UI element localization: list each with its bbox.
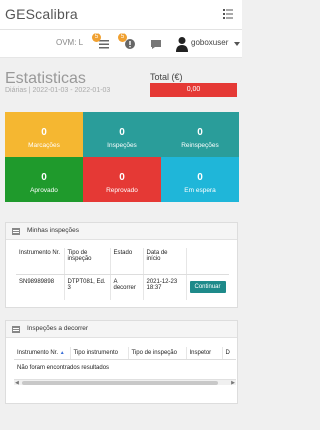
user-avatar-icon: [176, 37, 188, 52]
continue-button[interactable]: Continuar: [189, 280, 226, 293]
column-header[interactable]: D: [221, 347, 236, 360]
tile-value: 0: [197, 127, 203, 138]
action-cell: Continuar: [185, 274, 229, 300]
column-header[interactable]: Inspetor: [185, 347, 222, 360]
table-icon: [12, 326, 20, 333]
alerts-button[interactable]: 5: [118, 33, 137, 51]
tile-value: 0: [41, 127, 47, 138]
column-header-label: Instrumento Nr.: [17, 350, 59, 356]
menu-icon[interactable]: [222, 8, 234, 20]
panel-title: Minhas inspeções: [27, 227, 80, 234]
tile-label: Reinspeções: [181, 142, 219, 149]
tile-label: Marcações: [28, 142, 60, 149]
ongoing-table: Instrumento Nr. ▲ Tipo instrumento Tipo …: [14, 347, 236, 376]
tile-value: 0: [197, 172, 203, 183]
tile-reinspecoes[interactable]: 0 Reinspeções: [161, 112, 239, 157]
column-header-instrument[interactable]: Instrumento Nr. ▲: [14, 347, 70, 360]
column-header[interactable]: Instrumento Nr.: [16, 248, 64, 275]
column-header[interactable]: Tipo de inspeção: [127, 347, 186, 360]
ovm-label[interactable]: OVM: L: [56, 38, 83, 47]
column-header[interactable]: Tipo de inspeção: [63, 248, 110, 275]
start-cell: 2021-12-23 18:37: [142, 274, 186, 300]
column-header[interactable]: Data de início: [142, 248, 186, 275]
page-title: Estatisticas: [5, 70, 86, 87]
table-header-row: Instrumento Nr. ▲ Tipo instrumento Tipo …: [14, 347, 236, 360]
table-header-row: Instrumento Nr. Tipo de inspeção Estado …: [16, 248, 229, 275]
date-range: Diárias | 2022-01-03 - 2022-01-03: [5, 87, 111, 94]
my-inspections-panel: Minhas inspeções Instrumento Nr. Tipo de…: [5, 222, 238, 308]
type-cell: DTPT081, Ed. 3: [63, 274, 110, 300]
panel-header: Inspeções a decorrer: [6, 321, 237, 338]
tile-marcacoes[interactable]: 0 Marcações: [5, 112, 83, 157]
tile-inspecoes[interactable]: 0 Inspeções: [83, 112, 161, 157]
scroll-right-icon[interactable]: ▶: [231, 380, 235, 386]
scrollbar-thumb[interactable]: [22, 381, 218, 385]
header-toolbar: OVM: L 5 5 goboxuser: [0, 30, 242, 58]
tile-value: 0: [41, 172, 47, 183]
app-title: GEScalibra: [5, 6, 78, 22]
scroll-left-icon[interactable]: ◀: [15, 380, 19, 386]
state-cell: A decorrer: [109, 274, 143, 300]
tasks-button[interactable]: 5: [92, 33, 111, 51]
tile-label: Aprovado: [30, 187, 58, 194]
tile-em-espera[interactable]: 0 Em espera: [161, 157, 239, 202]
tile-aprovado[interactable]: 0 Aprovado: [5, 157, 83, 202]
column-header[interactable]: Tipo instrumento: [69, 347, 128, 360]
panel-header: Minhas inspeções: [6, 223, 237, 240]
user-menu[interactable]: goboxuser: [176, 36, 240, 52]
tile-value: 0: [119, 127, 125, 138]
instrument-cell: SN98989898: [19, 278, 55, 285]
my-inspections-table: Instrumento Nr. Tipo de inspeção Estado …: [16, 248, 229, 300]
table-icon: [12, 228, 20, 235]
messages-button[interactable]: [149, 37, 163, 51]
chevron-down-icon: [234, 42, 240, 46]
chat-icon: [151, 40, 161, 49]
total-label: Total (€): [150, 72, 183, 82]
table-row: Não foram encontrados resultados: [14, 360, 236, 377]
column-header[interactable]: Estado: [109, 248, 143, 275]
ongoing-inspections-panel: Inspeções a decorrer Instrumento Nr. ▲ T…: [5, 320, 238, 404]
tile-reprovado[interactable]: 0 Reprovado: [83, 157, 161, 202]
total-value: 0,00: [150, 83, 237, 97]
tile-value: 0: [119, 172, 125, 183]
tasks-badge: 5: [92, 33, 101, 42]
tile-label: Em espera: [184, 187, 216, 194]
panel-title: Inspeções a decorrer: [27, 325, 89, 332]
tile-label: Reprovado: [106, 187, 138, 194]
column-header: [185, 248, 229, 275]
username: goboxuser: [191, 38, 229, 47]
horizontal-scrollbar[interactable]: ◀ ▶: [14, 379, 236, 386]
table-row: SN98989898 DTPT081, Ed. 3 A decorrer 202…: [16, 274, 229, 300]
tile-label: Inspeções: [107, 142, 137, 149]
empty-message: Não foram encontrados resultados: [17, 365, 110, 371]
top-bar: GEScalibra: [0, 0, 242, 30]
alerts-badge: 5: [118, 33, 127, 42]
sort-up-icon: ▲: [59, 350, 65, 356]
